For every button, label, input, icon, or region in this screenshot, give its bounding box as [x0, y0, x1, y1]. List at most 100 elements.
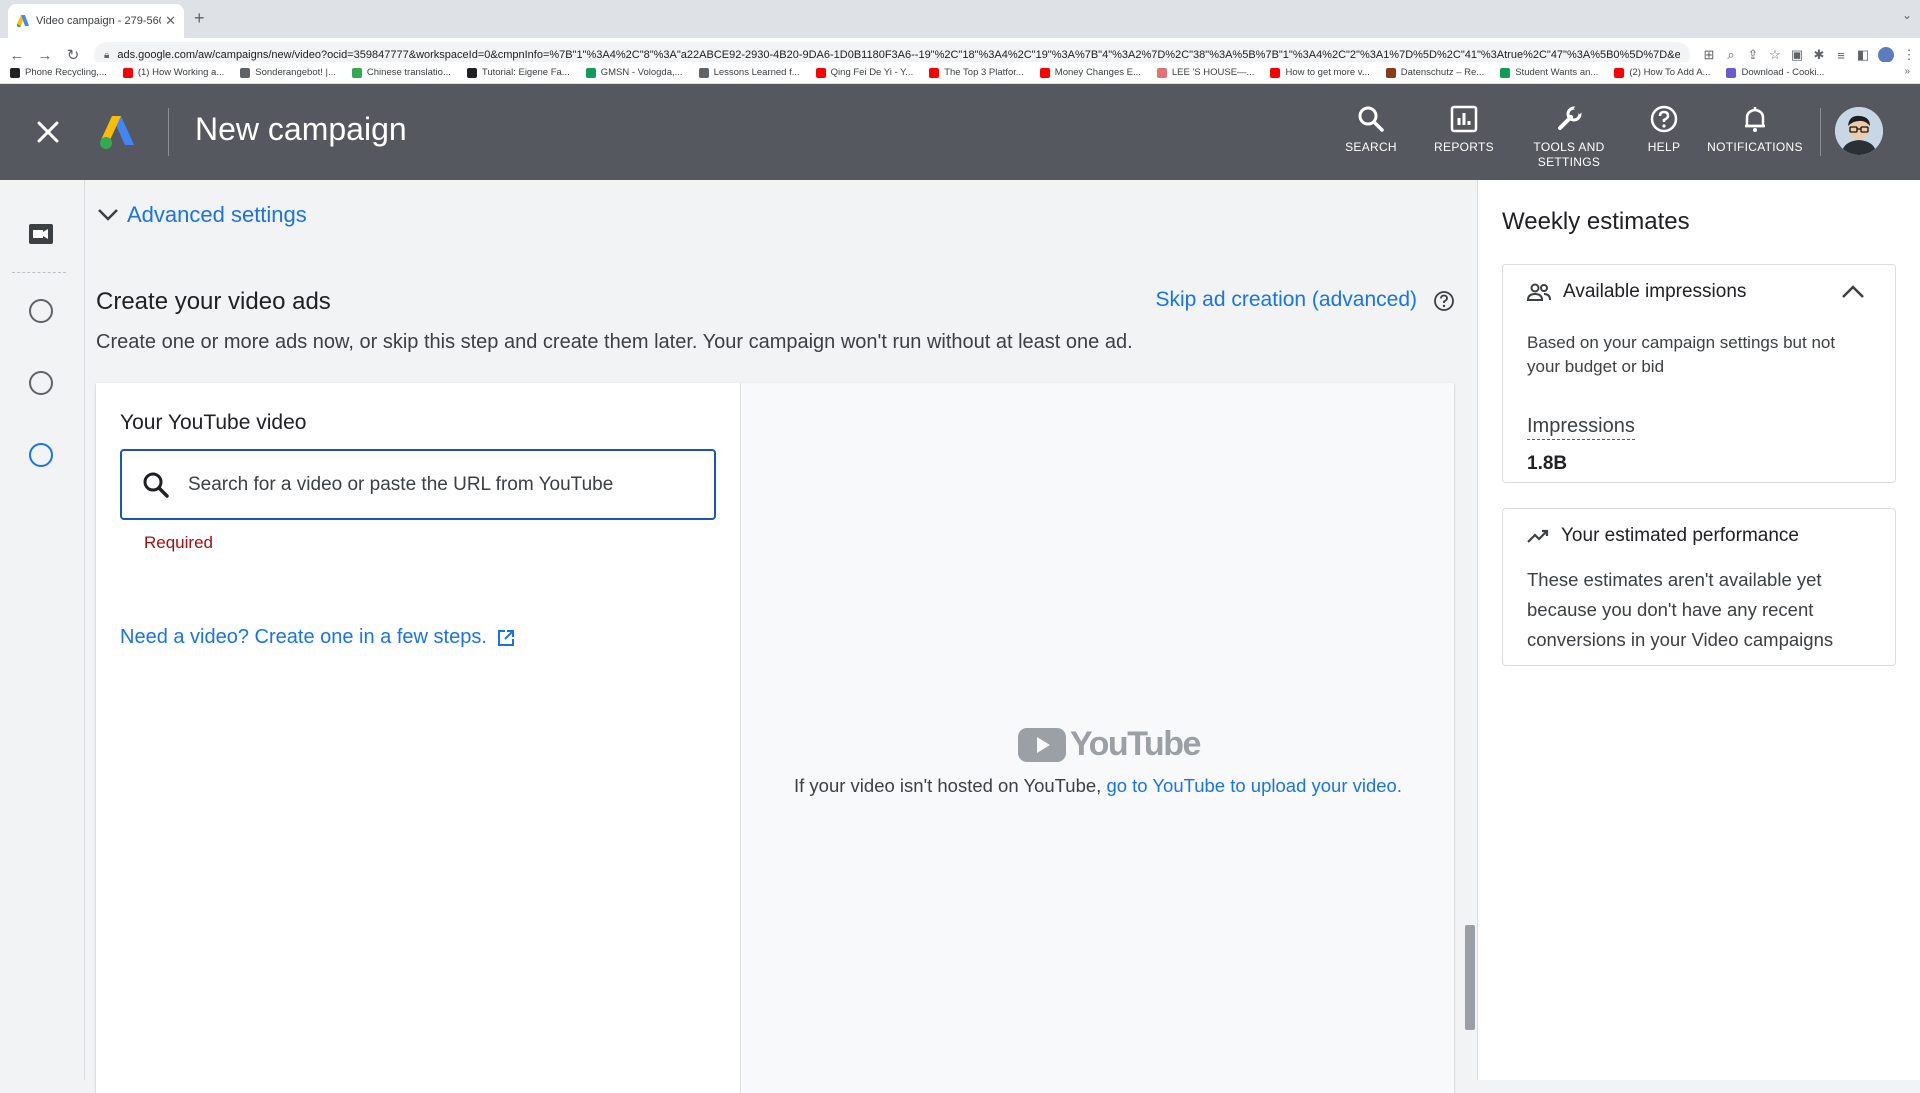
bookmark-item[interactable]: LEE 'S HOUSE—...: [1156, 67, 1254, 78]
youtube-play-icon: [1018, 727, 1066, 762]
step-2-indicator[interactable]: [29, 371, 53, 395]
extensions-puzzle-icon[interactable]: ✱: [1808, 47, 1830, 63]
user-avatar-icon: [1835, 107, 1883, 155]
extension-facebook-icon[interactable]: ▣: [1786, 47, 1808, 63]
bookmark-label: (2) How To Add A...: [1629, 67, 1711, 78]
bookmark-label: GMSN - Vologda,...: [600, 67, 683, 78]
help-circle-icon[interactable]: [1433, 290, 1455, 312]
reading-list-icon[interactable]: ≡: [1830, 48, 1852, 63]
impressions-label[interactable]: Impressions: [1527, 415, 1635, 440]
bookmark-label: Student Wants an...: [1515, 67, 1599, 78]
bookmark-star-icon[interactable]: ☆: [1764, 47, 1786, 63]
tab-search-icon[interactable]: ⌄: [1902, 8, 1912, 22]
bookmark-item[interactable]: How to get more v...: [1270, 67, 1370, 78]
section-title: Create your video ads: [96, 288, 331, 315]
video-search-field[interactable]: [120, 449, 716, 520]
share-icon[interactable]: ⇪: [1742, 47, 1764, 63]
header-tools-button[interactable]: TOOLS AND SETTINGS: [1514, 104, 1624, 170]
bookmarks-overflow-icon[interactable]: »: [1904, 66, 1910, 77]
bookmark-favicon-icon: [1614, 67, 1625, 78]
back-icon[interactable]: ←: [6, 47, 28, 64]
new-tab-icon[interactable]: +: [194, 8, 205, 29]
bookmark-favicon-icon: [1039, 67, 1050, 78]
video-ad-card: Your YouTube video Required Need a video…: [96, 383, 1454, 1093]
forward-icon[interactable]: →: [34, 47, 56, 64]
bookmark-favicon-icon: [1500, 67, 1511, 78]
bookmark-favicon-icon: [698, 67, 709, 78]
skip-ad-creation-link[interactable]: Skip ad creation (advanced): [1156, 288, 1418, 312]
need-video-link[interactable]: Need a video? Create one in a few steps.: [120, 626, 515, 649]
bookmarks-bar: Phone Recycling,... (1) How Working a... S…: [0, 62, 1920, 84]
youtube-upload-link[interactable]: go to YouTube to upload your video.: [1106, 775, 1402, 796]
step-3-indicator[interactable]: [29, 443, 53, 467]
header-reports-button[interactable]: REPORTS: [1409, 104, 1519, 155]
browser-tab[interactable]: Video campaign - 279-560-18 ✕: [8, 4, 184, 38]
header-notifications-button[interactable]: NOTIFICATIONS: [1700, 104, 1810, 155]
chevron-up-icon[interactable]: [1841, 285, 1865, 299]
notifications-label: NOTIFICATIONS: [1707, 140, 1803, 154]
browser-profile-avatar[interactable]: [1878, 47, 1894, 63]
google-ads-logo-icon: [100, 116, 134, 149]
google-ads-favicon-icon: [16, 15, 29, 28]
video-campaign-icon[interactable]: [29, 224, 53, 244]
bookmark-item[interactable]: GMSN - Vologda,...: [585, 67, 683, 78]
bookmark-favicon-icon: [122, 67, 133, 78]
translate-icon[interactable]: ⊞: [1698, 47, 1720, 63]
bookmark-favicon-icon: [585, 67, 596, 78]
estimated-performance-card: Your estimated performance These estimat…: [1502, 508, 1896, 666]
browser-menu-icon[interactable]: ⋮: [1898, 47, 1920, 63]
tab-close-icon[interactable]: ✕: [165, 13, 176, 29]
bookmark-label: Sonderangebot! |...: [255, 67, 336, 78]
video-search-input[interactable]: [186, 472, 686, 497]
bookmark-item[interactable]: Datenschutz – Re...: [1385, 67, 1484, 78]
impressions-card-title: Available impressions: [1563, 281, 1747, 302]
side-panel-icon[interactable]: ◧: [1852, 47, 1874, 63]
zoom-icon[interactable]: ⌕: [1720, 47, 1742, 63]
avatar[interactable]: [1835, 107, 1883, 155]
main-scrollbar[interactable]: [1465, 925, 1475, 1030]
bookmark-item[interactable]: Tutorial: Eigene Fa...: [466, 67, 570, 78]
close-icon[interactable]: [30, 114, 66, 150]
bookmark-item[interactable]: (1) How Working a...: [122, 67, 225, 78]
bookmark-label: (1) How Working a...: [137, 67, 225, 78]
weekly-estimates-panel: Weekly estimates Available impressions B…: [1477, 180, 1920, 1080]
search-icon: [143, 472, 169, 498]
bookmark-favicon-icon: [240, 67, 251, 78]
bookmark-favicon-icon: [1156, 67, 1167, 78]
page-title: New campaign: [195, 111, 407, 147]
search-icon: [1358, 106, 1384, 132]
bookmark-favicon-icon: [466, 67, 477, 78]
bookmark-item[interactable]: Qing Fei De Yi - Y...: [815, 67, 913, 78]
step-rail: [0, 180, 85, 1080]
impressions-value: 1.8B: [1527, 453, 1568, 474]
video-preview-panel: YouTube If your video isn't hosted on Yo…: [742, 383, 1454, 1093]
bookmark-item[interactable]: Lessons Learned f...: [698, 67, 800, 78]
bookmark-favicon-icon: [1726, 67, 1737, 78]
bookmark-item[interactable]: The Top 3 Platfor...: [929, 67, 1024, 78]
header-divider-right: [1820, 108, 1821, 156]
bookmark-label: Phone Recycling,...: [25, 67, 107, 78]
bookmark-favicon-icon: [1270, 67, 1281, 78]
impressions-card-header[interactable]: Available impressions: [1527, 281, 1746, 303]
bookmark-item[interactable]: Sonderangebot! |...: [240, 67, 336, 78]
bookmark-item[interactable]: (2) How To Add A...: [1614, 67, 1710, 78]
bookmark-favicon-icon: [929, 67, 940, 78]
bookmark-item[interactable]: Chinese translatio...: [351, 67, 451, 78]
bookmark-item[interactable]: Phone Recycling,...: [10, 67, 107, 78]
required-error: Required: [144, 533, 213, 552]
bookmark-label: Download - Cooki...: [1741, 67, 1825, 78]
bookmark-item[interactable]: Download - Cooki...: [1726, 67, 1824, 78]
bookmark-item[interactable]: Money Changes E...: [1039, 67, 1141, 78]
wrench-icon: [1558, 105, 1583, 130]
help-icon: [1650, 105, 1678, 133]
bookmark-label: Tutorial: Eigene Fa...: [481, 67, 570, 78]
bookmark-label: Lessons Learned f...: [713, 67, 800, 78]
step-1-indicator[interactable]: [29, 299, 53, 323]
advanced-settings-toggle[interactable]: Advanced settings: [97, 202, 307, 228]
youtube-wordmark: YouTube: [1070, 725, 1201, 763]
performance-card-header: Your estimated performance: [1527, 525, 1799, 547]
advanced-settings-label: Advanced settings: [127, 202, 307, 227]
bookmark-item[interactable]: Student Wants an...: [1500, 67, 1598, 78]
lock-icon: 🔒︎: [104, 49, 110, 61]
tools-label: TOOLS AND SETTINGS: [1533, 140, 1605, 169]
